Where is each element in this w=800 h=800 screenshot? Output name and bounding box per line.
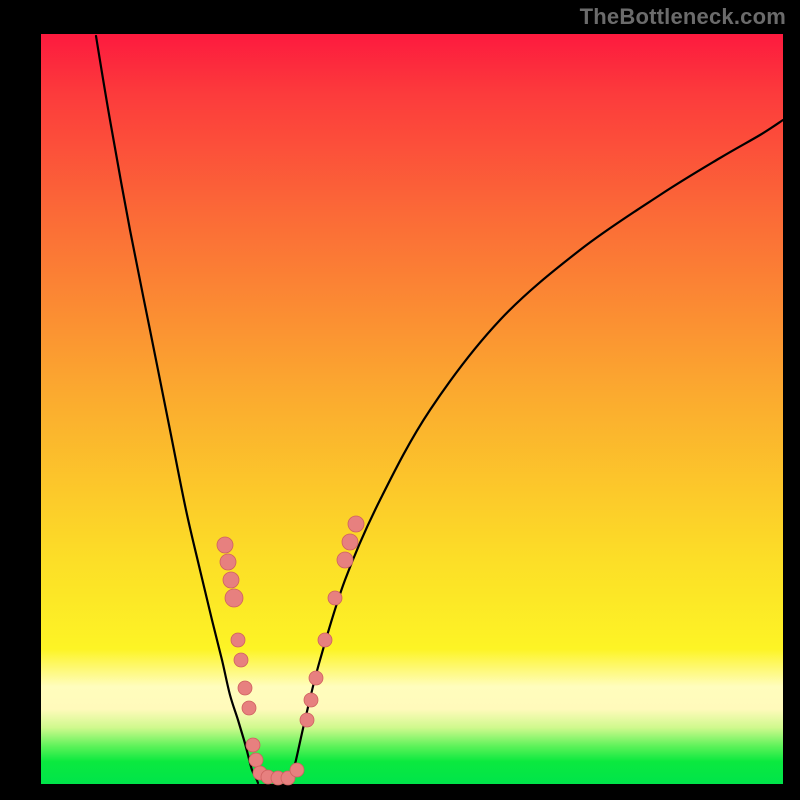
plot-gradient-background bbox=[41, 34, 783, 784]
watermark-text: TheBottleneck.com bbox=[580, 4, 786, 30]
chart-frame: TheBottleneck.com bbox=[0, 0, 800, 800]
